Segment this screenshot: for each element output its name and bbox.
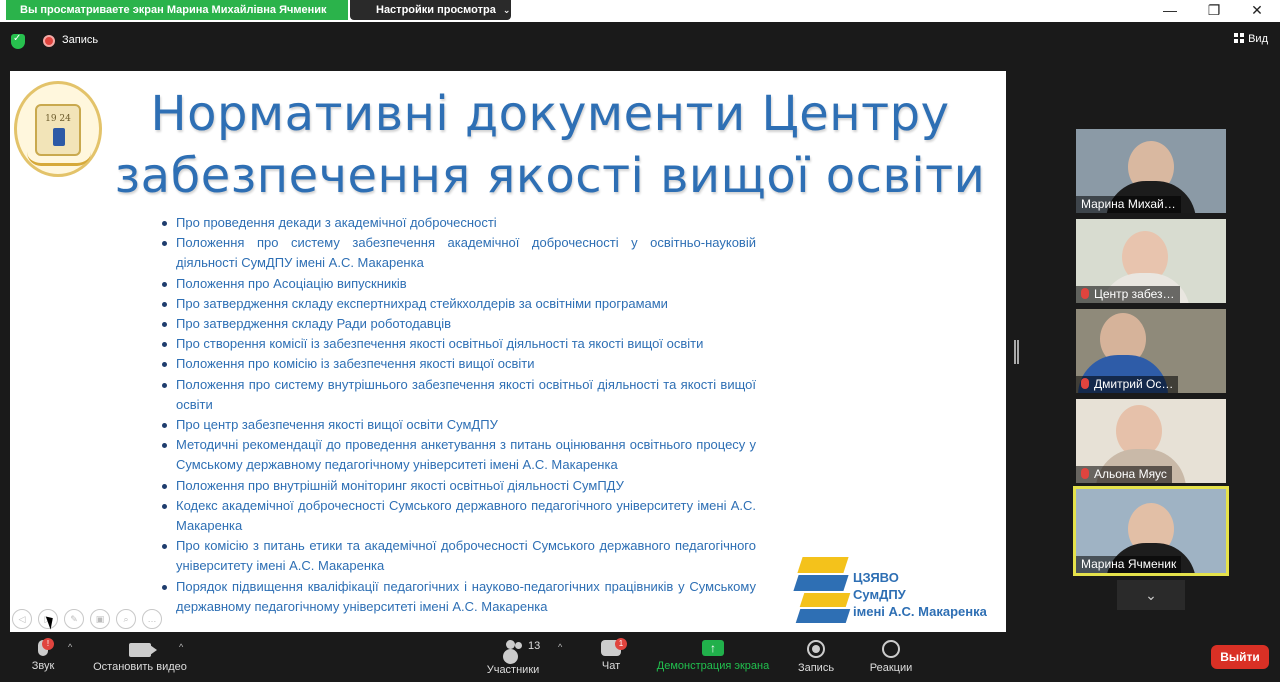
leave-meeting-button[interactable]: Выйти	[1211, 645, 1269, 669]
list-item: Про центр забезпечення якості вищої осві…	[160, 415, 756, 435]
participant-name: Альона Мяус	[1076, 466, 1172, 483]
microphone-icon: !	[38, 638, 54, 656]
list-item: Порядок підвищення кваліфікації педагогі…	[160, 577, 756, 617]
list-item: Про затвердження складу експертнихрад ст…	[160, 294, 756, 314]
audio-options-caret[interactable]: ^	[68, 642, 72, 652]
record-label: Запись	[797, 662, 835, 674]
share-screen-label: Демонстрация экрана	[656, 660, 770, 672]
view-button[interactable]: Вид	[1234, 33, 1268, 45]
title-bar: Вы просматриваете экран Марина Михайлівн…	[0, 0, 1280, 22]
list-item: Про проведення декади з академічної добр…	[160, 213, 756, 233]
meeting-toolbar: ! Звук ^ Остановить видео ^ Участники 13…	[0, 634, 1280, 682]
logo-line-3: імені А.С. Макаренка	[853, 604, 987, 619]
restore-button[interactable]: ❐	[1194, 0, 1234, 20]
panel-resize-handle[interactable]	[1014, 340, 1019, 364]
participant-name: Центр забез…	[1076, 286, 1180, 303]
reactions-button[interactable]: Реакции	[866, 634, 916, 674]
participants-count: 13	[528, 640, 541, 652]
more-options-icon[interactable]: …	[142, 609, 162, 629]
recording-icon	[43, 35, 55, 47]
participants-label: Участники	[486, 664, 540, 676]
audio-alert-badge: !	[42, 638, 54, 650]
view-settings-label: Настройки просмотра	[376, 4, 496, 16]
slide-title-line-2: забезпечення якості вищої освіти	[114, 148, 986, 204]
shield-icon[interactable]	[11, 33, 25, 49]
video-camera-icon	[129, 643, 157, 657]
chevron-down-icon: ⌄	[502, 5, 511, 15]
reactions-label: Реакции	[869, 662, 913, 674]
logo-line-1: ЦЗЯВО	[853, 570, 899, 585]
mic-muted-icon	[1081, 468, 1089, 479]
more-participants-button[interactable]: ⌄	[1117, 580, 1185, 610]
trident-icon	[53, 128, 65, 146]
slide-title-line-1: Нормативні документи Центру	[150, 86, 950, 142]
audio-label: Звук	[31, 660, 55, 672]
meeting-status-bar: Запись Вид	[0, 22, 1280, 62]
stop-video-button[interactable]: Остановить видео	[88, 634, 192, 673]
list-item: Положення про систему внутрішнього забез…	[160, 375, 756, 415]
list-item: Положення про Асоціацію випускників	[160, 274, 756, 294]
share-screen-icon: ↑	[702, 640, 724, 656]
stop-video-label: Остановить видео	[93, 661, 187, 673]
zoom-icon[interactable]: ⌕	[116, 609, 136, 629]
university-crest: 19 24	[14, 81, 102, 177]
smiley-icon	[882, 640, 900, 658]
center-logo-icon	[793, 557, 854, 623]
mic-muted-icon	[1081, 378, 1089, 389]
wheat-wreath-icon	[27, 152, 91, 166]
participant-tile[interactable]: Дмитрий Ос…	[1076, 309, 1226, 393]
chat-unread-badge: 1	[615, 638, 627, 650]
participants-icon	[503, 640, 523, 660]
list-item: Методичні рекомендації до проведення анк…	[160, 435, 756, 475]
grid-icon	[1234, 33, 1245, 43]
documents-list: Про проведення декади з академічної добр…	[160, 213, 756, 617]
crest-shield: 19 24	[35, 104, 81, 156]
list-item: Про створення комісії із забезпечення як…	[160, 334, 756, 354]
list-item: Положення про систему забезпечення акаде…	[160, 233, 756, 273]
recording-label: Запись	[62, 34, 99, 46]
slideshow-controls: ◁ ▷ ✎ ▣ ⌕ …	[12, 609, 162, 629]
center-logo-text: ЦЗЯВО СумДПУ імені А.С. Макаренка	[853, 569, 987, 620]
logo-line-2: СумДПУ	[853, 587, 906, 602]
list-item: Положення про комісію із забезпечення як…	[160, 354, 756, 374]
previous-slide-icon[interactable]: ◁	[12, 609, 32, 629]
share-screen-button[interactable]: ↑ Демонстрация экрана	[654, 634, 772, 672]
list-item: Положення про внутрішній моніторинг якос…	[160, 476, 756, 496]
chat-icon: 1	[601, 638, 627, 656]
view-settings-button[interactable]: Настройки просмотра ⌄	[350, 0, 511, 20]
screen-share-banner: Вы просматриваете экран Марина Михайлівн…	[6, 0, 348, 20]
slides-icon[interactable]: ▣	[90, 609, 110, 629]
crest-year: 19 24	[45, 114, 71, 124]
pen-icon[interactable]: ✎	[64, 609, 84, 629]
list-item: Кодекс академічної доброчесності Сумсько…	[160, 496, 756, 536]
list-item: Про комісію з питань етики та академічно…	[160, 536, 756, 576]
slide-title: Нормативні документи Центру забезпечення…	[110, 83, 990, 207]
record-icon	[807, 640, 825, 658]
participant-name: Дмитрий Ос…	[1076, 376, 1179, 393]
participants-options-caret[interactable]: ^	[558, 642, 562, 652]
chat-button[interactable]: 1 Чат	[596, 634, 627, 672]
participant-tile[interactable]: Альона Мяус	[1076, 399, 1226, 483]
close-button[interactable]: ✕	[1237, 0, 1277, 20]
list-item: Про затвердження складу Ради роботодавці…	[160, 314, 756, 334]
audio-button[interactable]: ! Звук	[22, 634, 64, 672]
shared-screen: 19 24 Нормативні документи Центру забезп…	[10, 71, 1006, 632]
participant-name: Марина Михай…	[1076, 196, 1181, 213]
mic-muted-icon	[1081, 288, 1089, 299]
minimize-button[interactable]: —	[1150, 0, 1190, 20]
chat-label: Чат	[601, 660, 621, 672]
record-button[interactable]: Запись	[794, 634, 838, 674]
participant-tile[interactable]: Марина Михай…	[1076, 129, 1226, 213]
participant-tile[interactable]: Центр забез…	[1076, 219, 1226, 303]
view-label: Вид	[1248, 33, 1268, 45]
participant-name: Марина Ячменик	[1076, 556, 1182, 573]
active-speaker-tile[interactable]: Марина Ячменик	[1073, 486, 1229, 576]
video-options-caret[interactable]: ^	[179, 642, 183, 652]
